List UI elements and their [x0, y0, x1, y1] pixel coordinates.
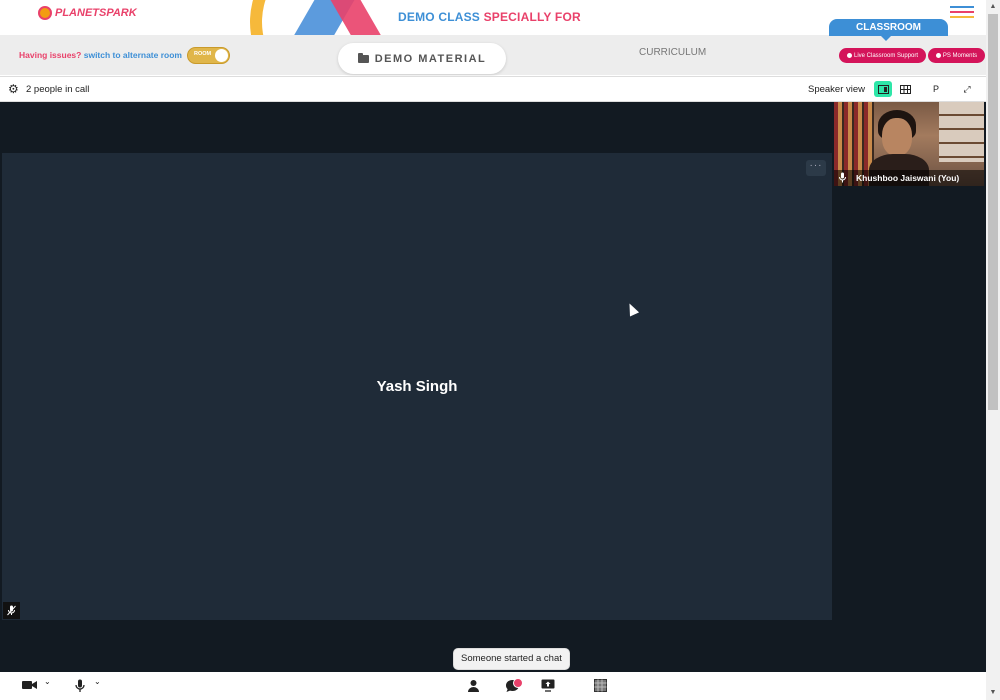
camera-icon[interactable] — [22, 679, 38, 694]
speaker-view-icon[interactable] — [874, 81, 892, 97]
issues-notice: Having issues? switch to alternate room — [19, 50, 182, 60]
classroom-tab[interactable]: CLASSROOM — [829, 19, 948, 41]
more-horizontal-icon[interactable]: ··· — [806, 160, 826, 176]
microphone-toolbar-icon[interactable] — [75, 679, 85, 696]
ps-moments-button[interactable]: PS Moments — [928, 48, 985, 63]
ps-moments-label: PS Moments — [942, 52, 978, 59]
logo-text: PLANETSPARK — [55, 7, 137, 19]
room-background — [939, 102, 984, 162]
title-part-demo-class: DEMO CLASS — [398, 10, 481, 24]
participants-icon[interactable] — [467, 679, 480, 695]
page-title: DEMO CLASS SPECIALLY FOR — [398, 10, 581, 24]
self-participant-name: Khushboo Jaiswani (You) — [856, 173, 960, 183]
live-support-label: Live Classroom Support — [853, 52, 919, 59]
bottom-toolbar — [0, 672, 986, 700]
folder-icon — [357, 52, 369, 63]
title-part-specially-for: SPECIALLY FOR — [483, 10, 581, 24]
moments-icon — [935, 53, 941, 58]
live-classroom-support-button[interactable]: Live Classroom Support — [839, 48, 926, 63]
main-participant-name: Yash Singh — [376, 378, 458, 395]
chevron-down-icon[interactable]: ⌄ — [94, 677, 101, 686]
chat-notification-badge — [513, 678, 523, 688]
scroll-down-icon[interactable]: ▼ — [988, 688, 998, 698]
scrollbar-thumb[interactable] — [988, 14, 998, 410]
grid-view-icon[interactable] — [896, 81, 914, 97]
whiteboard-icon[interactable] — [594, 679, 607, 695]
demo-material-label: DEMO MATERIAL — [374, 52, 487, 65]
alternate-room-toggle[interactable]: ROOM — [187, 47, 230, 64]
participant-face — [882, 118, 912, 156]
screen-share-icon[interactable] — [541, 679, 555, 695]
toggle-knob — [215, 49, 228, 62]
mic-muted-icon — [3, 602, 20, 619]
toggle-label: ROOM — [194, 51, 212, 57]
issues-text: Having issues? — [19, 50, 82, 60]
demo-material-button[interactable]: DEMO MATERIAL — [338, 43, 506, 74]
p-button[interactable]: P — [927, 81, 945, 97]
support-icon — [846, 53, 852, 58]
hamburger-icon[interactable] — [950, 6, 974, 20]
microphone-icon — [839, 172, 846, 185]
fullscreen-icon[interactable]: ⤢ — [958, 81, 976, 97]
scroll-up-icon[interactable]: ▲ — [988, 2, 998, 12]
chat-toast-notification[interactable]: Someone started a chat — [453, 648, 570, 670]
switch-room-link[interactable]: switch to alternate room — [84, 50, 182, 60]
speaker-view-label: Speaker view — [808, 84, 866, 95]
logo-mascot-icon — [38, 6, 52, 20]
chevron-down-icon[interactable]: ⌄ — [44, 677, 51, 686]
people-count: 2 people in call — [26, 84, 90, 95]
gear-icon[interactable]: ⚙ — [8, 83, 19, 95]
planetspark-logo[interactable]: PLANETSPARK — [38, 6, 137, 20]
curriculum-tab[interactable]: CURRICULUM — [639, 47, 706, 58]
